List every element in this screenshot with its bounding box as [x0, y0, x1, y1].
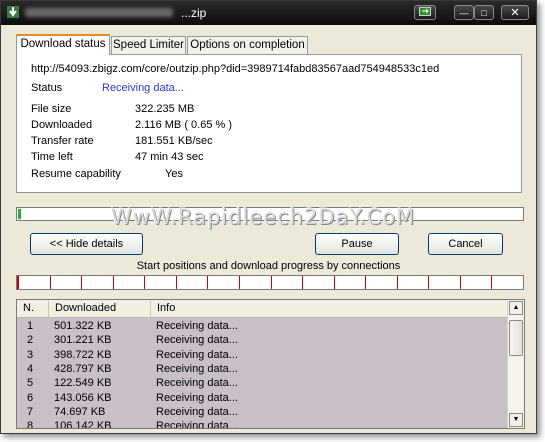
- row-info: Receiving data...: [156, 334, 238, 347]
- row-number: 2: [27, 334, 34, 347]
- row-downloaded: 301.221 KB: [54, 334, 112, 347]
- app-icon: [7, 6, 19, 18]
- file-size-label: File size: [31, 103, 72, 115]
- column-header-number[interactable]: N.: [17, 300, 49, 317]
- row-downloaded: 106.142 KB: [54, 420, 112, 429]
- connection-segment: [17, 276, 50, 289]
- transfer-rate-label: Transfer rate: [31, 135, 94, 147]
- row-number: 5: [27, 377, 34, 390]
- connection-segment: [270, 276, 303, 289]
- scroll-down-icon[interactable]: ▼: [509, 413, 523, 427]
- minimize-icon[interactable]: —: [454, 5, 474, 20]
- title-bar[interactable]: ...zip — □ ✕: [1, 1, 536, 25]
- row-number: 8: [27, 420, 34, 429]
- connection-segment: [396, 276, 429, 289]
- row-number: 4: [27, 362, 34, 375]
- connection-segment: [112, 276, 145, 289]
- row-info: Receiving data...: [156, 320, 238, 332]
- row-number: 7: [27, 405, 34, 418]
- hide-details-button[interactable]: << Hide details: [30, 233, 143, 255]
- resume-capability-label: Resume capability: [31, 168, 121, 180]
- connection-segment: [491, 276, 523, 289]
- scroll-up-icon[interactable]: ▲: [509, 301, 523, 315]
- table-row[interactable]: 6 143.056 KB Receiving data...: [17, 391, 509, 405]
- row-info: Receiving data...: [156, 362, 238, 375]
- window-title: ...zip: [181, 6, 207, 20]
- table-row[interactable]: 8 106.142 KB Receiving data...: [17, 419, 509, 429]
- pause-button[interactable]: Pause: [315, 233, 399, 255]
- row-info: Receiving data...: [156, 348, 238, 361]
- row-info: Receiving data...: [156, 405, 238, 418]
- table-row[interactable]: 4 428.797 KB Receiving data...: [17, 362, 509, 376]
- row-downloaded: 501.322 KB: [54, 320, 112, 332]
- row-downloaded: 398.722 KB: [54, 348, 112, 361]
- table-row[interactable]: 5 122.549 KB Receiving data...: [17, 376, 509, 390]
- time-left-value: 47 min 43 sec: [135, 151, 204, 163]
- title-blurred-filename: [25, 8, 173, 17]
- row-downloaded: 122.549 KB: [54, 377, 112, 390]
- row-info: Receiving data...: [156, 420, 238, 429]
- download-url: http://54093.zbigz.com/core/outzip.php?d…: [31, 63, 440, 75]
- tab-speed-limiter[interactable]: Speed Limiter: [111, 36, 186, 54]
- progress-fill: [18, 209, 21, 219]
- table-row[interactable]: 2 301.221 KB Receiving data...: [17, 333, 509, 347]
- table-row[interactable]: 1 501.322 KB Receiving data...: [17, 319, 509, 333]
- row-number: 1: [27, 320, 34, 332]
- resume-capability-value: Yes: [165, 168, 183, 180]
- download-status-panel: http://54093.zbigz.com/core/outzip.php?d…: [16, 54, 522, 193]
- connection-segment: [459, 276, 492, 289]
- table-scrollbar[interactable]: ▲ ▼: [507, 300, 524, 428]
- connections-table: N. Downloaded Info 1 501.322 KB Receiving …: [16, 299, 525, 429]
- status-value: Receiving data...: [102, 82, 184, 94]
- row-downloaded: 74.697 KB: [54, 405, 106, 418]
- download-window: ...zip — □ ✕ Download status Speed Limit…: [0, 0, 537, 434]
- connection-segment: [333, 276, 366, 289]
- connections-label: Start positions and download progress by…: [136, 260, 401, 272]
- cancel-button[interactable]: Cancel: [428, 233, 503, 255]
- connection-segment: [302, 276, 334, 289]
- row-number: 6: [27, 391, 34, 404]
- downloaded-value: 2.116 MB ( 0.65 % ): [135, 119, 233, 131]
- connection-segment: [207, 276, 239, 289]
- column-header-downloaded[interactable]: Downloaded: [49, 300, 151, 317]
- table-row[interactable]: 7 74.697 KB Receiving data...: [17, 405, 509, 419]
- connection-segment: [49, 276, 82, 289]
- transfer-rate-value: 181.551 KB/sec: [135, 135, 213, 147]
- connection-segment: [428, 276, 460, 289]
- file-size-value: 322.235 MB: [135, 103, 195, 115]
- downloaded-label: Downloaded: [31, 119, 93, 131]
- column-header-info[interactable]: Info: [151, 300, 509, 317]
- row-info: Receiving data...: [156, 377, 238, 390]
- row-info: Receiving data...: [156, 391, 238, 404]
- row-downloaded: 428.797 KB: [54, 362, 112, 375]
- table-header: N. Downloaded Info: [17, 300, 509, 318]
- connection-segment: [365, 276, 397, 289]
- watermark: WwW.Rapidleech2DaY.CoM: [111, 205, 416, 229]
- table-row[interactable]: 3 398.722 KB Receiving data...: [17, 348, 509, 362]
- connection-segment: [144, 276, 176, 289]
- maximize-icon[interactable]: □: [474, 5, 494, 20]
- close-icon[interactable]: ✕: [501, 5, 529, 20]
- connection-segment: [175, 276, 208, 289]
- scroll-thumb[interactable]: [509, 320, 523, 356]
- tab-download-status[interactable]: Download status: [16, 34, 110, 55]
- tray-icon[interactable]: [414, 5, 436, 20]
- connection-segment: [238, 276, 271, 289]
- row-downloaded: 143.056 KB: [54, 391, 112, 404]
- connection-segment: [81, 276, 113, 289]
- row-number: 3: [27, 348, 34, 361]
- connections-progress-bar: [16, 275, 524, 290]
- time-left-label: Time left: [31, 151, 73, 163]
- status-label: Status: [31, 82, 63, 94]
- tab-options-on-completion[interactable]: Options on completion: [187, 36, 308, 54]
